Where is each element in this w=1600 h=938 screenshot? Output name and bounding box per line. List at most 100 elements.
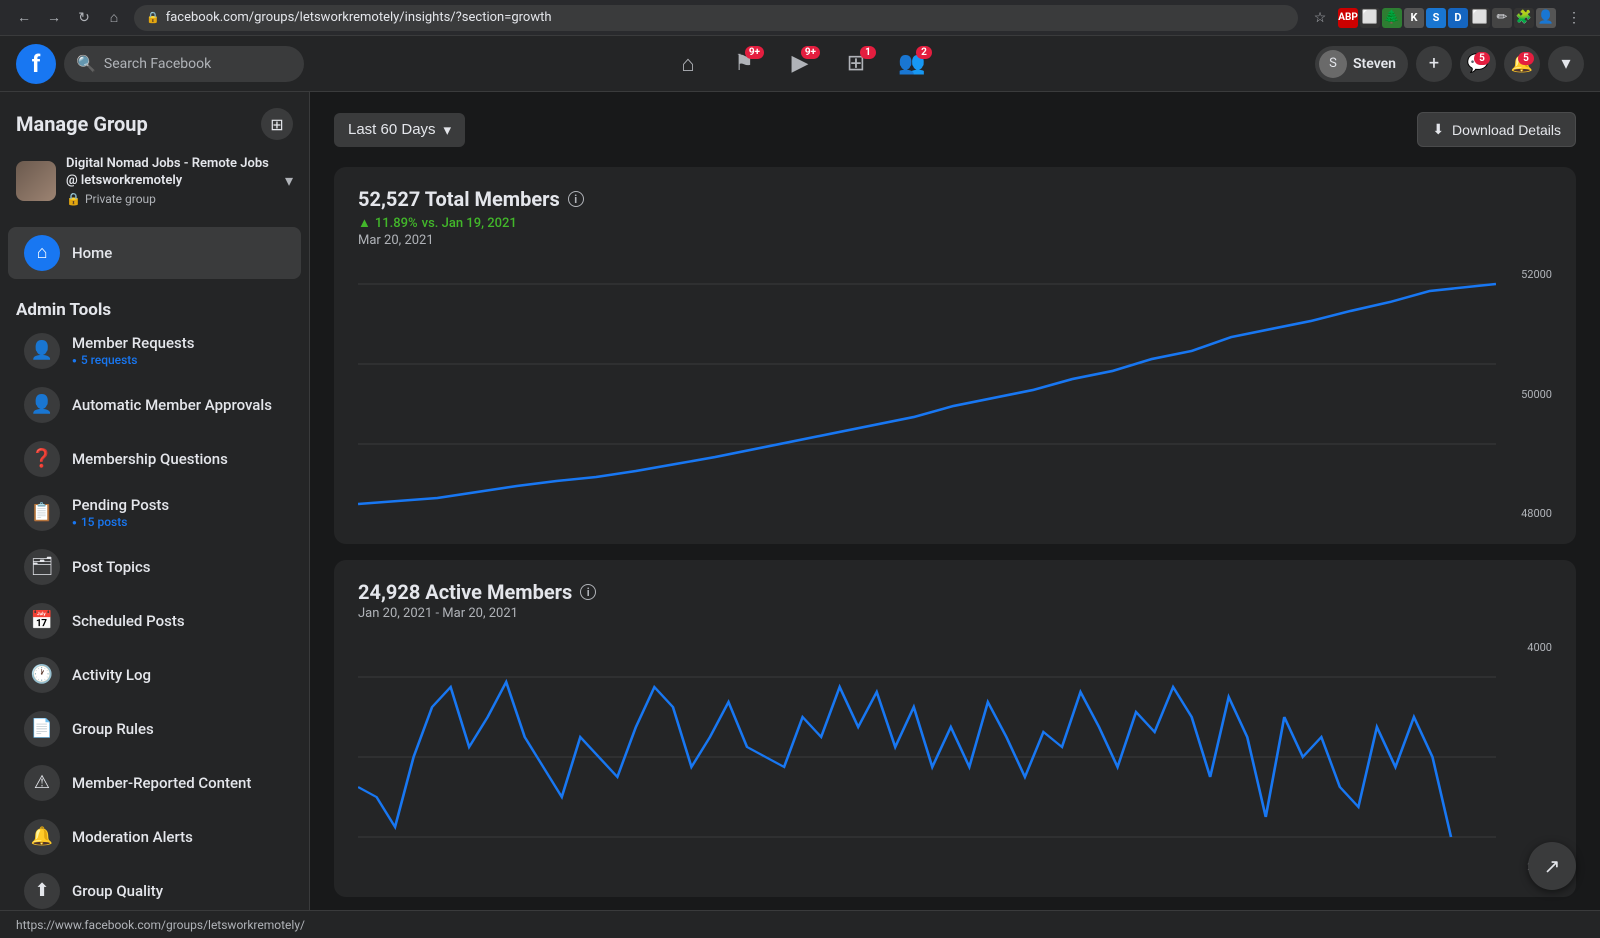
- pending-posts-text: Pending Posts 15 posts: [72, 496, 169, 529]
- y-label-mid: 50000: [1521, 388, 1552, 401]
- active-members-svg: [358, 637, 1496, 877]
- main-layout: Manage Group ⊞ Digital Nomad Jobs - Remo…: [0, 92, 1600, 910]
- membership-questions-icon: ❓: [24, 441, 60, 477]
- active-members-title: 24,928 Active Members i: [358, 580, 1552, 604]
- total-members-info-icon[interactable]: i: [568, 191, 584, 207]
- auto-approvals-label: Automatic Member Approvals: [72, 396, 285, 414]
- facebook-logo: f: [16, 44, 56, 84]
- ext-pen[interactable]: ✏: [1492, 8, 1512, 28]
- sidebar-item-member-requests[interactable]: 👤 Member Requests 5 requests: [8, 325, 301, 377]
- sidebar-item-group-rules[interactable]: 📄 Group Rules: [8, 703, 301, 755]
- scheduled-posts-label: Scheduled Posts: [72, 612, 285, 630]
- ext-s[interactable]: S: [1426, 8, 1446, 28]
- group-privacy: 🔒 Private group: [66, 192, 275, 206]
- url-text: facebook.com/groups/letsworkremotely/ins…: [166, 10, 552, 25]
- main-content: Last 60 Days ▾ ⬇ Download Details 52,527…: [310, 92, 1600, 910]
- flag-nav-icon[interactable]: ⚑ 9+: [718, 40, 770, 88]
- browser-nav-buttons: ← → ↻ ⌂: [12, 6, 126, 30]
- active-members-info-icon[interactable]: i: [580, 584, 596, 600]
- member-requests-icon: 👤: [24, 333, 60, 369]
- active-members-date: Jan 20, 2021 - Mar 20, 2021: [358, 606, 1552, 621]
- member-requests-sublabel: 5 requests: [72, 353, 195, 367]
- group-thumbnail: [16, 161, 56, 201]
- people-nav-icon[interactable]: 👥 2: [886, 40, 938, 88]
- messenger-badge: 5: [1474, 52, 1490, 65]
- activity-log-icon: 🕐: [24, 657, 60, 693]
- sidebar-item-activity-log[interactable]: 🕐 Activity Log: [8, 649, 301, 701]
- lock-icon: 🔒: [146, 11, 160, 24]
- total-members-growth: ▲ 11.89% vs. Jan 19, 2021: [358, 215, 1552, 231]
- ext-g[interactable]: ⬜: [1470, 8, 1490, 28]
- reported-content-label: Member-Reported Content: [72, 774, 285, 792]
- content-header: Last 60 Days ▾ ⬇ Download Details: [334, 112, 1576, 147]
- notifications-button[interactable]: 🔔 5: [1504, 46, 1540, 82]
- ext-k[interactable]: K: [1404, 8, 1424, 28]
- user-pill[interactable]: S Steven: [1315, 46, 1408, 82]
- sidebar-item-home[interactable]: ⌂ Home: [8, 227, 301, 279]
- forward-button[interactable]: →: [42, 6, 66, 30]
- browser-actions: ☆ ABP ⬜ 🌲 K S D ⬜ ✏ 🧩 👤 ⋮: [1306, 4, 1588, 32]
- ext-1[interactable]: ⬜: [1360, 8, 1380, 28]
- add-button[interactable]: +: [1416, 46, 1452, 82]
- post-topics-label: Post Topics: [72, 558, 285, 576]
- member-requests-text: Member Requests 5 requests: [72, 334, 195, 367]
- group-name-info: Digital Nomad Jobs - Remote Jobs @ letsw…: [66, 156, 275, 206]
- ext-d[interactable]: D: [1448, 8, 1468, 28]
- marketplace-nav-icon[interactable]: ⊞ 1: [830, 40, 882, 88]
- moderation-alerts-icon: 🔔: [24, 819, 60, 855]
- pending-posts-label: Pending Posts: [72, 496, 169, 514]
- download-icon: ⬇: [1432, 121, 1444, 138]
- member-requests-label: Member Requests: [72, 334, 195, 352]
- more-button[interactable]: ⋮: [1560, 4, 1588, 32]
- people-badge: 2: [916, 46, 932, 59]
- manage-group-header: Manage Group ⊞: [0, 92, 309, 148]
- y-label-top: 52000: [1521, 268, 1552, 281]
- grid-icon-button[interactable]: ⊞: [261, 108, 293, 140]
- back-button[interactable]: ←: [12, 6, 36, 30]
- video-badge: 9+: [801, 46, 820, 59]
- ext-user-av[interactable]: 👤: [1536, 8, 1556, 28]
- home-icon: ⌂: [681, 51, 694, 77]
- total-members-card: 52,527 Total Members i ▲ 11.89% vs. Jan …: [334, 167, 1576, 544]
- chevron-down-icon: ▾: [1561, 53, 1570, 74]
- group-info: Digital Nomad Jobs - Remote Jobs @ letsw…: [0, 148, 309, 218]
- video-nav-icon[interactable]: ▶ 9+: [774, 40, 826, 88]
- home-nav-icon[interactable]: ⌂: [662, 40, 714, 88]
- total-members-y-labels: 52000 50000 48000: [1496, 264, 1552, 524]
- facebook-topnav: f 🔍 Search Facebook ⌂ ⚑ 9+ ▶ 9+ ⊞ 1 👥 2 …: [0, 36, 1600, 92]
- ext-2[interactable]: 🌲: [1382, 8, 1402, 28]
- menu-button[interactable]: ▾: [1548, 46, 1584, 82]
- fab-button[interactable]: ↗: [1528, 842, 1576, 890]
- group-quality-icon: ⬆: [24, 873, 60, 909]
- pending-posts-sublabel: 15 posts: [72, 515, 169, 529]
- messenger-button[interactable]: 💬 5: [1460, 46, 1496, 82]
- ext-abp[interactable]: ABP: [1338, 8, 1358, 28]
- date-filter-button[interactable]: Last 60 Days ▾: [334, 113, 465, 147]
- address-bar[interactable]: 🔒 facebook.com/groups/letsworkremotely/i…: [134, 5, 1298, 31]
- ext-puzzle[interactable]: 🧩: [1514, 8, 1534, 28]
- search-bar[interactable]: 🔍 Search Facebook: [64, 46, 304, 82]
- sidebar-item-pending-posts[interactable]: 📋 Pending Posts 15 posts: [8, 487, 301, 539]
- home-nav-button[interactable]: ⌂: [102, 6, 126, 30]
- sidebar-item-moderation-alerts[interactable]: 🔔 Moderation Alerts: [8, 811, 301, 863]
- sidebar-item-group-quality[interactable]: ⬆ Group Quality: [8, 865, 301, 910]
- dropdown-arrow-icon[interactable]: ▾: [285, 171, 293, 190]
- post-topics-icon: 🗂: [24, 549, 60, 585]
- sidebar-item-post-topics[interactable]: 🗂 Post Topics: [8, 541, 301, 593]
- search-icon: 🔍: [76, 54, 96, 73]
- download-button[interactable]: ⬇ Download Details: [1417, 112, 1576, 147]
- status-bar: https://www.facebook.com/groups/letswork…: [0, 910, 1600, 938]
- sidebar-item-auto-approvals[interactable]: 👤 Automatic Member Approvals: [8, 379, 301, 431]
- sidebar-item-scheduled-posts[interactable]: 📅 Scheduled Posts: [8, 595, 301, 647]
- star-button[interactable]: ☆: [1306, 4, 1334, 32]
- total-members-title: 52,527 Total Members i: [358, 187, 1552, 211]
- growth-arrow-icon: ▲: [358, 215, 371, 231]
- sidebar-item-membership-questions[interactable]: ❓ Membership Questions: [8, 433, 301, 485]
- manage-group-title: Manage Group: [16, 112, 148, 136]
- group-quality-label: Group Quality: [72, 882, 285, 900]
- group-rules-icon: 📄: [24, 711, 60, 747]
- total-members-chart: 52000 50000 48000: [358, 264, 1552, 524]
- refresh-button[interactable]: ↻: [72, 6, 96, 30]
- sidebar-item-reported-content[interactable]: ⚠ Member-Reported Content: [8, 757, 301, 809]
- group-rules-label: Group Rules: [72, 720, 285, 738]
